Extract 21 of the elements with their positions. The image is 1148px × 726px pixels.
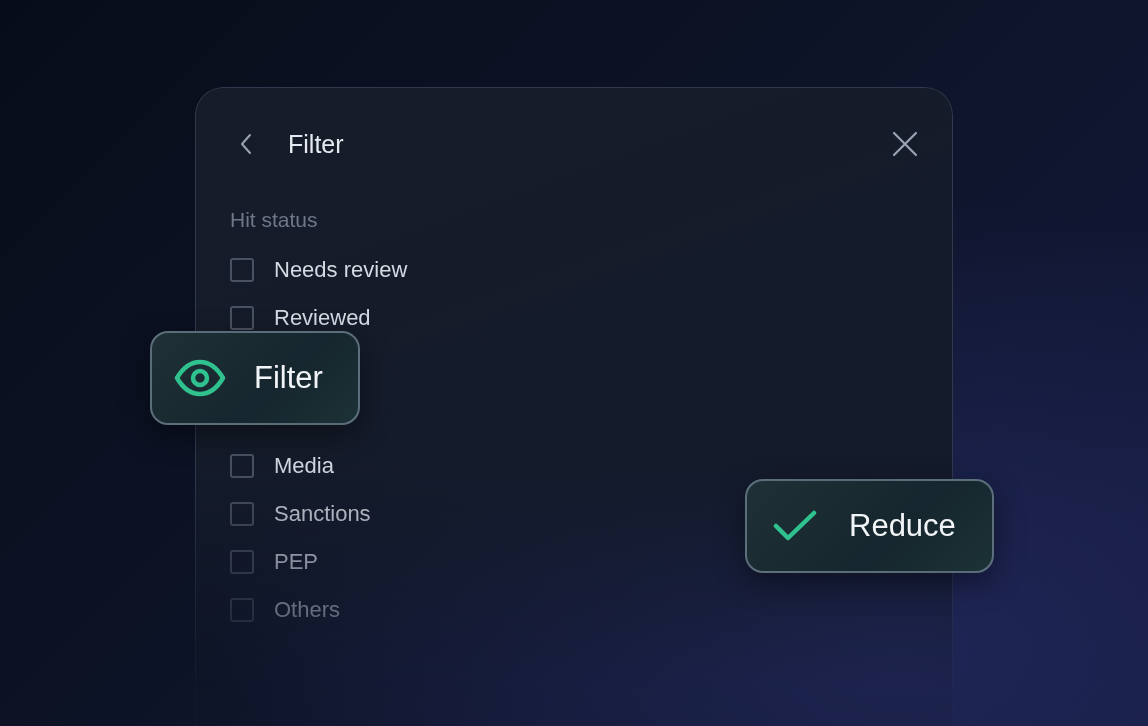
chip-label: Filter: [254, 360, 323, 396]
option-label: Others: [274, 597, 341, 623]
option-label: Sanctions: [274, 501, 371, 527]
back-icon: [239, 132, 253, 156]
checkbox[interactable]: [230, 598, 254, 622]
checkbox[interactable]: [230, 454, 254, 478]
option-label: Needs review: [274, 257, 408, 283]
back-button[interactable]: [239, 132, 253, 156]
close-button[interactable]: [892, 131, 918, 157]
option-label: Reviewed: [274, 305, 371, 331]
option-label: Media: [274, 453, 334, 479]
close-icon: [892, 131, 918, 157]
panel-title: Filter: [288, 129, 344, 159]
option-label: PEP: [274, 549, 319, 575]
section-title: Hit status: [230, 208, 319, 232]
checkbox[interactable]: [230, 502, 254, 526]
chip-label: Reduce: [849, 508, 956, 544]
checkbox[interactable]: [230, 258, 254, 282]
checkbox[interactable]: [230, 550, 254, 574]
eye-icon: [174, 359, 226, 397]
check-icon: [773, 510, 817, 542]
